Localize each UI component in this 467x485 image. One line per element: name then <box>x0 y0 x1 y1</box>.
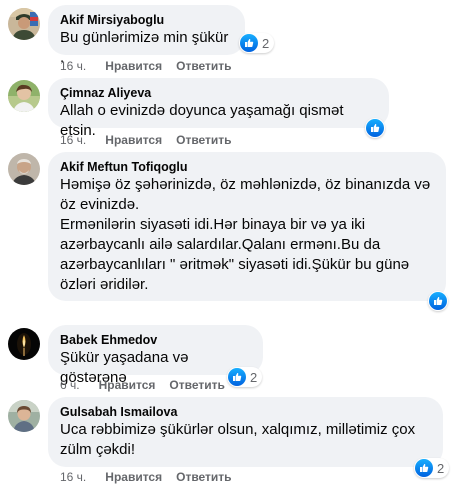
comment-bubble: Çimnaz Aliyeva Allah o evinizdə doyunca … <box>48 78 389 139</box>
reaction-summary[interactable]: 2 <box>239 33 275 53</box>
comment-author[interactable]: Gulsabah Ismailova <box>60 404 431 420</box>
woman-portrait-icon <box>8 80 40 112</box>
comment-actions: 16 ч. Нравится Ответить <box>60 58 232 74</box>
comment-time[interactable]: 16 ч. <box>60 59 86 73</box>
woman-portrait-icon <box>8 400 40 432</box>
candle-icon <box>8 328 40 360</box>
reaction-summary[interactable]: 2 <box>414 458 450 478</box>
comment-author[interactable]: Akif Meftun Tofiqoglu <box>60 159 434 175</box>
like-icon <box>366 119 384 137</box>
like-link[interactable]: Нравится <box>99 378 156 392</box>
comment-time[interactable]: 6 ч. <box>60 378 80 392</box>
like-icon <box>228 368 246 386</box>
reply-link[interactable]: Ответить <box>169 378 224 392</box>
comment-time[interactable]: 16 ч. <box>60 470 86 484</box>
reply-link[interactable]: Ответить <box>176 59 231 73</box>
comment-text: Uca rəbbimizə şükürlər olsun, xalqımız, … <box>60 421 416 458</box>
avatar[interactable] <box>8 400 40 432</box>
comment-actions: 16 ч. Нравится Ответить <box>60 132 232 148</box>
military-portrait-icon <box>8 8 40 40</box>
like-icon <box>429 292 447 310</box>
like-link[interactable]: Нравится <box>105 133 162 147</box>
avatar[interactable] <box>8 80 40 112</box>
reaction-summary[interactable] <box>428 291 448 311</box>
like-link[interactable]: Нравится <box>105 470 162 484</box>
comment-author[interactable]: Babek Ehmedov <box>60 332 251 348</box>
reaction-count: 2 <box>262 35 270 51</box>
reaction-summary[interactable]: 2 <box>227 367 263 387</box>
reaction-count: 2 <box>437 460 445 476</box>
avatar[interactable] <box>8 328 40 360</box>
comment-author[interactable]: Çimnaz Aliyeva <box>60 85 377 101</box>
comment-bubble: Akif Mirsiyaboglu Bu günlərimizə min şük… <box>48 5 245 66</box>
like-icon <box>240 34 258 52</box>
avatar[interactable] <box>8 153 40 185</box>
avatar[interactable] <box>8 8 40 40</box>
comment-author[interactable]: Akif Mirsiyaboglu <box>60 12 233 28</box>
comment-time[interactable]: 16 ч. <box>60 133 86 147</box>
reply-link[interactable]: Ответить <box>176 470 231 484</box>
man-portrait-icon <box>8 153 40 185</box>
reply-link[interactable]: Ответить <box>176 133 231 147</box>
reaction-summary[interactable] <box>365 118 385 138</box>
comment-actions: 6 ч. Нравится Ответить <box>60 377 225 393</box>
like-link[interactable]: Нравится <box>105 59 162 73</box>
comment-text: Həmişə öz şəhərinizdə, öz məhlənizdə, öz… <box>60 176 431 293</box>
like-icon <box>415 459 433 477</box>
comment-bubble: Akif Meftun Tofiqoglu Həmişə öz şəhərini… <box>48 152 446 301</box>
comment-actions: 16 ч. Нравится Ответить <box>60 469 232 485</box>
comment-bubble: Gulsabah Ismailova Uca rəbbimizə şükürlə… <box>48 397 443 467</box>
reaction-count: 2 <box>250 369 258 385</box>
